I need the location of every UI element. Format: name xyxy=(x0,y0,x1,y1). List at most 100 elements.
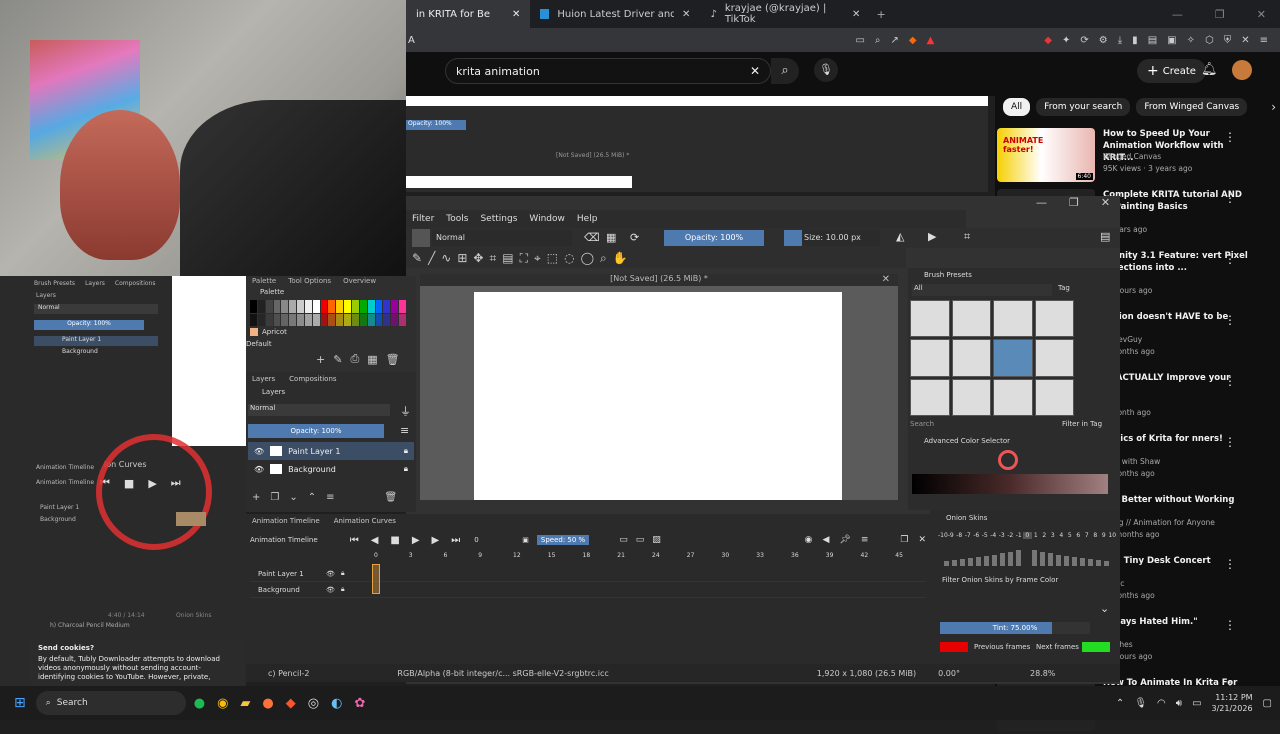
palette-swatch[interactable] xyxy=(359,313,367,326)
rect-select-icon[interactable]: ⬚ xyxy=(547,251,558,265)
minimize-icon[interactable]: — xyxy=(1172,8,1183,21)
onion-frame-number[interactable]: -2 xyxy=(1006,532,1015,539)
hue-ring[interactable] xyxy=(998,450,1018,470)
onion-frame-number[interactable]: -1 xyxy=(1015,532,1024,539)
save-palette-icon[interactable]: ⎙ xyxy=(350,352,359,366)
onion-bar[interactable] xyxy=(944,560,949,566)
stop-icon[interactable]: ■ xyxy=(390,535,399,546)
search-icon[interactable]: ⌕ xyxy=(771,58,799,84)
palette-swatch[interactable] xyxy=(383,300,391,313)
layer-opacity-slider[interactable]: Opacity: 100% xyxy=(248,424,384,438)
wifi-icon[interactable]: ◠ xyxy=(1157,698,1166,709)
freehand-brush-icon[interactable]: ✎ xyxy=(412,251,422,265)
puzzle-icon[interactable]: ✦ xyxy=(1062,35,1070,46)
curve-tool-icon[interactable]: ∿ xyxy=(441,251,451,265)
menu-filter[interactable]: Filter xyxy=(412,214,434,224)
onion-bar[interactable] xyxy=(976,557,981,566)
left-tab-layers[interactable]: Layers xyxy=(85,280,105,287)
delete-layer-icon[interactable]: 🗑︎ xyxy=(385,492,398,503)
window-close-icon[interactable]: ✕ xyxy=(1257,8,1266,21)
menu-tools[interactable]: Tools xyxy=(446,214,468,224)
palette-swatch[interactable] xyxy=(352,313,359,326)
layer-row[interactable]: 👁︎ Paint Layer 1 🔒︎ xyxy=(248,442,414,460)
onion-filter-checkbox[interactable]: Filter Onion Skins by Frame Color xyxy=(942,576,1058,584)
onion-bar[interactable] xyxy=(1016,549,1021,566)
onion-bar[interactable] xyxy=(1064,556,1069,566)
tint-slider[interactable]: Tint: 75.00% xyxy=(940,622,1090,634)
brush-preset[interactable] xyxy=(1034,339,1074,377)
audio-icon[interactable]: ◀ xyxy=(822,535,829,545)
brush-preset[interactable] xyxy=(993,378,1033,416)
restore-icon[interactable]: ❐ xyxy=(1215,8,1225,21)
lock-icon[interactable]: 🔒︎ xyxy=(341,585,345,594)
list-item[interactable]: ANIMATE faster! 6:40 How to Speed Up Your … xyxy=(995,124,1280,185)
palette-swatch[interactable] xyxy=(312,313,320,326)
close-icon[interactable]: ✕ xyxy=(512,9,520,20)
palette-swatch[interactable] xyxy=(399,313,406,326)
visibility-icon[interactable]: 👁︎ xyxy=(326,586,335,594)
crop-tool-icon[interactable]: ⌗ xyxy=(489,251,496,266)
fill-tool-icon[interactable]: ⛶ xyxy=(520,251,528,266)
onion-frame-number[interactable]: -10 xyxy=(938,532,948,539)
onion-frame-number[interactable]: -5 xyxy=(981,532,990,539)
docker-toggle-icon[interactable]: ▤ xyxy=(1100,230,1110,243)
brave-icon[interactable]: ◆ xyxy=(286,696,296,711)
layer-properties-icon[interactable]: ≡ xyxy=(326,492,334,503)
windows-start-icon[interactable]: ⊞ xyxy=(14,695,26,711)
palette-grid-icon[interactable]: ▦ xyxy=(367,353,377,366)
more-options-icon[interactable]: ⋮ xyxy=(1224,130,1236,144)
more-options-icon[interactable]: ⋮ xyxy=(1224,191,1236,205)
brush-preset[interactable] xyxy=(951,300,991,338)
float-icon[interactable]: ❐ xyxy=(900,535,908,545)
close-icon[interactable]: ✕ xyxy=(852,9,860,20)
onion-frame-number[interactable]: 1 xyxy=(1032,532,1041,539)
palette-swatch[interactable] xyxy=(367,300,375,313)
add-swatch-icon[interactable]: + xyxy=(316,353,325,366)
onion-bar[interactable] xyxy=(968,557,973,566)
palette-swatch[interactable] xyxy=(391,313,399,326)
onion-frame-number[interactable]: 2 xyxy=(1040,532,1049,539)
bg-opacity-slider[interactable]: Opacity: 100% xyxy=(406,120,466,130)
eyedropper-icon[interactable]: ⌖ xyxy=(534,251,541,266)
brush-filter-select[interactable]: All xyxy=(912,284,1052,296)
left-blend-select[interactable]: Normal xyxy=(34,304,158,314)
brush-preset[interactable] xyxy=(910,300,950,338)
brush-preset[interactable] xyxy=(1034,378,1074,416)
palette-swatch[interactable] xyxy=(375,300,383,313)
add-layer-icon[interactable]: + xyxy=(252,492,260,503)
onion-frame-number[interactable]: 3 xyxy=(1049,532,1058,539)
drawing-canvas[interactable] xyxy=(474,292,842,500)
ellipse-select-icon[interactable]: ◌ xyxy=(564,251,574,265)
visibility-icon[interactable]: 👁︎ xyxy=(326,570,335,578)
file-explorer-icon[interactable]: ▰ xyxy=(240,696,250,711)
menu-settings[interactable]: Settings xyxy=(480,214,517,224)
palette-swatch[interactable] xyxy=(250,313,257,326)
palette-swatch[interactable] xyxy=(273,300,281,313)
opacity-slider[interactable]: Opacity: 100% xyxy=(664,230,764,246)
lasso-icon[interactable]: ◯ xyxy=(581,251,594,265)
x-extension-icon[interactable]: ✕ xyxy=(1241,35,1249,46)
sync-icon[interactable]: ⟳ xyxy=(1080,35,1088,46)
onion-frame-number[interactable]: -7 xyxy=(964,532,973,539)
left-layer-row[interactable]: Background xyxy=(34,348,158,358)
palette-swatch[interactable] xyxy=(352,300,359,313)
brave-shield-icon[interactable]: ◆ xyxy=(909,35,917,46)
left-opacity-slider[interactable]: Opacity: 100% xyxy=(34,320,144,330)
new-tab-icon[interactable]: + xyxy=(876,8,885,21)
drop-frames-icon[interactable]: ▣ xyxy=(522,536,529,544)
reload-preset-icon[interactable]: ⟳ xyxy=(630,231,639,244)
close-document-icon[interactable]: ✕ xyxy=(882,274,890,285)
palette-swatches[interactable] xyxy=(250,300,406,326)
tab-tool-options[interactable]: Tool Options xyxy=(288,277,331,285)
channel-name[interactable]: Winged Canvas xyxy=(1103,152,1161,161)
palette-swatch[interactable] xyxy=(289,313,297,326)
brush-preset[interactable] xyxy=(910,378,950,416)
brush-preset[interactable] xyxy=(951,378,991,416)
visibility-icon[interactable]: 👁︎ xyxy=(254,465,264,474)
left-tab-brush-presets[interactable]: Brush Presets xyxy=(34,280,75,287)
color-gradient-strip[interactable] xyxy=(912,474,1108,494)
palette-swatch[interactable] xyxy=(312,300,320,313)
move-up-icon[interactable]: ⌃ xyxy=(308,492,316,503)
blend-mode-select[interactable]: Normal xyxy=(432,230,572,246)
tab-animation-timeline[interactable]: Animation Timeline xyxy=(252,517,320,525)
